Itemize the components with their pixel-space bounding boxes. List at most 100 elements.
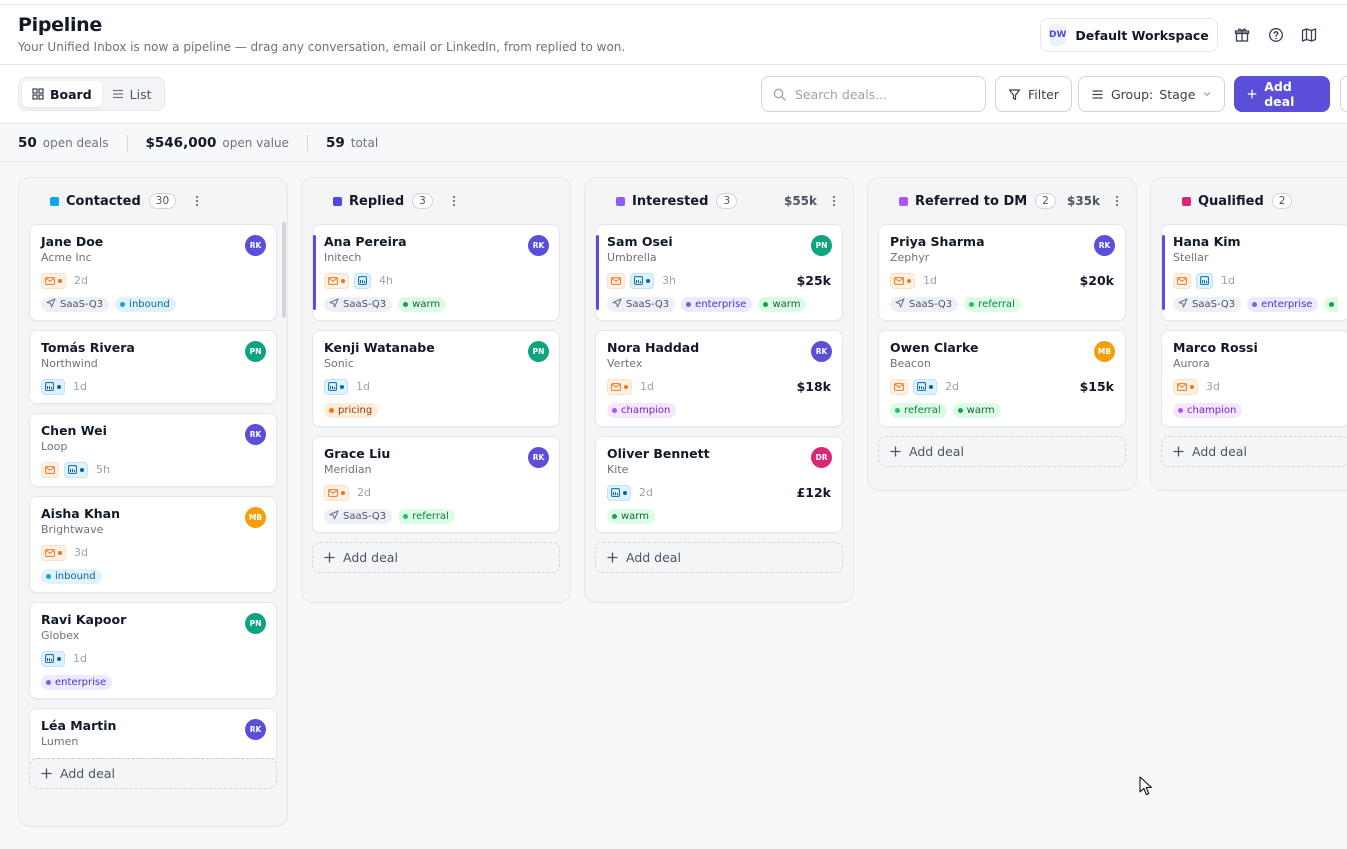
deal-card[interactable]: Kenji Watanabe Sonic PN 1d pricing	[312, 330, 560, 427]
warm-tag[interactable]: warm	[952, 403, 1001, 418]
more-vertical-icon[interactable]	[1110, 194, 1124, 208]
campaign-tag[interactable]: SaaS-Q3	[607, 297, 676, 312]
owner-avatar[interactable]: PN	[811, 235, 832, 256]
champion-tag[interactable]: champion	[1173, 403, 1243, 418]
campaign-tag[interactable]: SaaS-Q3	[41, 297, 110, 312]
deal-card[interactable]: Ana Pereira Initech RK 4h SaaS-Q3 warm	[312, 224, 560, 321]
inbound-tag[interactable]: inbound	[41, 569, 102, 584]
more-vertical-icon[interactable]	[447, 194, 461, 208]
last-activity-age: 3h	[662, 274, 676, 287]
enterprise-tag[interactable]: enterprise	[41, 675, 113, 690]
owner-avatar[interactable]: RK	[811, 341, 832, 362]
deal-activity-row: 4h	[324, 272, 548, 289]
gift-icon[interactable]	[1234, 27, 1250, 43]
campaign-tag[interactable]: SaaS-Q3	[324, 297, 393, 312]
group-by-select[interactable]: Group: Stage	[1078, 76, 1226, 112]
stage-color-dot	[1182, 197, 1191, 206]
deal-card[interactable]: Oliver Bennett Kite DR 2d £12k warm	[595, 436, 843, 533]
deal-card[interactable]: Tomás Rivera Northwind PN 1d	[29, 330, 277, 404]
deal-company: Aurora	[1173, 357, 1210, 370]
warm-tag[interactable]: warm	[607, 509, 655, 524]
tag-dot	[957, 408, 963, 413]
send-icon	[612, 298, 622, 311]
warm-tag[interactable]: w	[1324, 297, 1338, 312]
email-channel-icon	[1173, 378, 1198, 395]
tag-dot	[612, 408, 617, 413]
last-activity-age: 3d	[74, 546, 88, 559]
campaign-tag[interactable]: SaaS-Q3	[1173, 297, 1242, 312]
deal-card[interactable]: Hana Kim Stellar 1d SaaS-Q3 enterprise w	[1161, 224, 1347, 321]
column-cards: Ana Pereira Initech RK 4h SaaS-Q3 warm Kenji W…	[302, 224, 570, 573]
add-deal-button[interactable]: Add deal	[1234, 76, 1330, 112]
page-header: Pipeline Your Unified Inbox is now a pip…	[0, 5, 1347, 65]
deal-card[interactable]: Jane Doe Acme Inc RK 2d SaaS-Q3 inbound	[29, 224, 277, 321]
deal-tags: SaaS-Q3 enterprise w	[1173, 297, 1338, 312]
owner-avatar[interactable]: RK	[1094, 235, 1115, 256]
deal-card[interactable]: Priya Sharma Zephyr RK 1d $20k SaaS-Q3 referra…	[878, 224, 1126, 321]
owner-avatar[interactable]: RK	[245, 424, 266, 445]
column-scrollbar[interactable]	[282, 222, 286, 318]
deal-card[interactable]: Nora Haddad Vertex RK 1d $18k champion	[595, 330, 843, 427]
search-icon	[773, 88, 786, 101]
deal-card[interactable]: Ravi Kapoor Globex PN 1d enterprise	[29, 602, 277, 699]
map-icon[interactable]	[1301, 27, 1317, 43]
deal-company: Globex	[41, 629, 80, 642]
view-board-button[interactable]: Board	[22, 81, 102, 107]
warm-tag[interactable]: warm	[398, 297, 447, 312]
referral-tag[interactable]: referral	[398, 509, 455, 524]
champion-tag[interactable]: champion	[607, 403, 677, 418]
enterprise-tag[interactable]: enterprise	[1247, 297, 1319, 312]
view-toggle: Board List	[18, 77, 165, 111]
tag-label: referral	[978, 299, 1015, 310]
linkedin-channel-icon	[1196, 272, 1213, 289]
search-input[interactable]	[795, 86, 965, 102]
owner-avatar[interactable]: PN	[528, 341, 549, 362]
deal-card[interactable]: Marco Rossi Aurora 3d champion	[1161, 330, 1347, 427]
owner-avatar[interactable]: DR	[811, 447, 832, 468]
deal-activity-row: 3d	[1173, 378, 1338, 395]
tag-dot	[46, 680, 51, 685]
deal-contact-name: Hana Kim	[1173, 234, 1241, 249]
more-toolbar-button[interactable]	[1340, 76, 1347, 112]
deal-contact-name: Marco Rossi	[1173, 340, 1258, 355]
column-title: Interested	[632, 193, 709, 209]
owner-avatar[interactable]: RK	[245, 719, 266, 740]
help-icon[interactable]	[1268, 27, 1284, 43]
mouse-cursor-icon	[1139, 776, 1152, 796]
referral-tag[interactable]: referral	[964, 297, 1021, 312]
campaign-tag[interactable]: SaaS-Q3	[890, 297, 959, 312]
deal-tags: warm	[607, 509, 831, 524]
column-add-deal-button[interactable]: Add deal	[312, 542, 560, 573]
owner-avatar[interactable]: MB	[245, 507, 266, 528]
view-list-button[interactable]: List	[102, 81, 162, 107]
warm-tag[interactable]: warm	[758, 297, 807, 312]
column-add-deal-button[interactable]: Add deal	[29, 758, 277, 789]
owner-avatar[interactable]: PN	[245, 341, 266, 362]
column-add-deal-button[interactable]: Add deal	[878, 436, 1126, 467]
owner-avatar[interactable]: RK	[528, 447, 549, 468]
deal-card[interactable]: Aisha Khan Brightwave MB 3d inbound	[29, 496, 277, 593]
enterprise-tag[interactable]: enterprise	[681, 297, 753, 312]
owner-avatar[interactable]: RK	[245, 235, 266, 256]
deal-card[interactable]: Léa Martin Lumen RK	[29, 708, 277, 758]
plus-icon	[1173, 446, 1184, 457]
deal-card[interactable]: Owen Clarke Beacon MB 2d $15k referral warm	[878, 330, 1126, 427]
filter-button[interactable]: Filter	[995, 76, 1072, 112]
tag-label: SaaS-Q3	[343, 299, 387, 310]
workspace-switcher[interactable]: DW Default Workspace	[1040, 18, 1218, 52]
more-vertical-icon[interactable]	[190, 194, 204, 208]
tag-dot	[46, 574, 51, 579]
owner-avatar[interactable]: PN	[245, 613, 266, 634]
column-add-deal-button[interactable]: Add deal	[595, 542, 843, 573]
deal-card[interactable]: Chen Wei Loop RK 5h	[29, 413, 277, 487]
owner-avatar[interactable]: RK	[528, 235, 549, 256]
campaign-tag[interactable]: SaaS-Q3	[324, 509, 393, 524]
deal-card[interactable]: Grace Liu Meridian RK 2d SaaS-Q3 referral	[312, 436, 560, 533]
owner-avatar[interactable]: MB	[1094, 341, 1115, 362]
deal-card[interactable]: Sam Osei Umbrella PN 3h $25k SaaS-Q3 enterpris…	[595, 224, 843, 321]
inbound-tag[interactable]: inbound	[115, 297, 176, 312]
referral-tag[interactable]: referral	[890, 403, 947, 418]
column-add-deal-button[interactable]: Add deal	[1161, 436, 1347, 467]
more-vertical-icon[interactable]	[827, 194, 841, 208]
pricing-tag[interactable]: pricing	[324, 403, 379, 418]
